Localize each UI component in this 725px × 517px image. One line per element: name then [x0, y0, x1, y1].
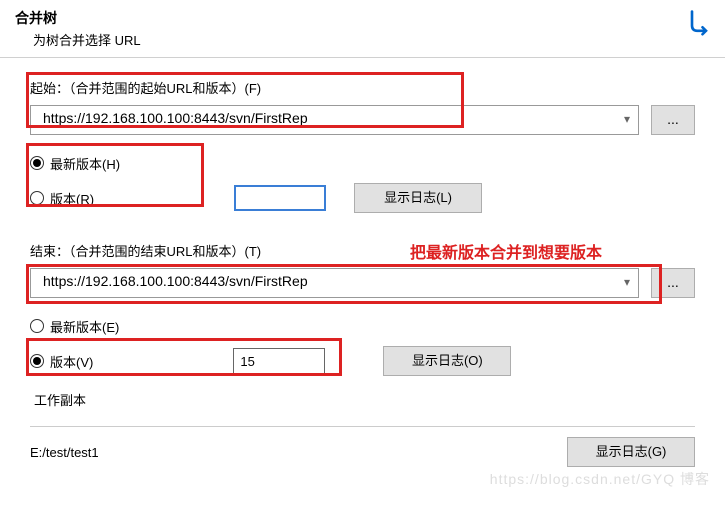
start-rev-input[interactable]: [234, 185, 326, 211]
start-showlog-button[interactable]: 显示日志(L): [354, 183, 482, 213]
start-rev-label: 版本(R): [50, 189, 94, 208]
end-label: 结束：（合并范围的结束URL和版本）(T): [30, 241, 261, 260]
dialog-title: 合并树: [15, 8, 710, 28]
annotation-text: 把最新版本合并到想要版本: [410, 239, 602, 263]
start-url-combo[interactable]: https://192.168.100.100:8443/svn/FirstRe…: [30, 105, 639, 135]
end-url-combo[interactable]: https://192.168.100.100:8443/svn/FirstRe…: [30, 268, 639, 298]
end-rev-label: 版本(V): [50, 352, 93, 371]
merge-icon: [685, 8, 713, 36]
end-browse-button[interactable]: ...: [651, 268, 695, 298]
end-rev-radio[interactable]: [30, 354, 44, 368]
start-url-value: https://192.168.100.100:8443/svn/FirstRe…: [43, 110, 308, 126]
dialog-header: 合并树 为树合并选择 URL: [0, 0, 725, 58]
working-copy-section: 工作副本 E:/test/test1 显示日志(G): [30, 398, 695, 467]
start-head-radio[interactable]: [30, 156, 44, 170]
start-browse-button[interactable]: ...: [651, 105, 695, 135]
start-section: 起始：（合并范围的起始URL和版本）(F) https://192.168.10…: [30, 78, 695, 213]
wc-showlog-button[interactable]: 显示日志(G): [567, 437, 695, 467]
end-rev-input[interactable]: [233, 348, 325, 374]
end-url-value: https://192.168.100.100:8443/svn/FirstRe…: [43, 273, 308, 289]
end-showlog-button[interactable]: 显示日志(O): [383, 346, 511, 376]
start-label: 起始：（合并范围的起始URL和版本）(F): [30, 78, 261, 97]
watermark: https://blog.csdn.net/GYQ 博客: [490, 469, 710, 489]
end-head-radio[interactable]: [30, 319, 44, 333]
end-head-label: 最新版本(E): [50, 317, 119, 336]
divider: [30, 426, 695, 427]
dialog-subtitle: 为树合并选择 URL: [33, 30, 710, 49]
start-rev-radio[interactable]: [30, 191, 44, 205]
start-head-label: 最新版本(H): [50, 154, 120, 173]
working-copy-path: E:/test/test1: [30, 445, 99, 460]
dialog-body: 起始：（合并范围的起始URL和版本）(F) https://192.168.10…: [0, 58, 725, 477]
end-section: 结束：（合并范围的结束URL和版本）(T) 把最新版本合并到想要版本 https…: [30, 241, 695, 376]
working-copy-label: 工作副本: [30, 390, 90, 409]
